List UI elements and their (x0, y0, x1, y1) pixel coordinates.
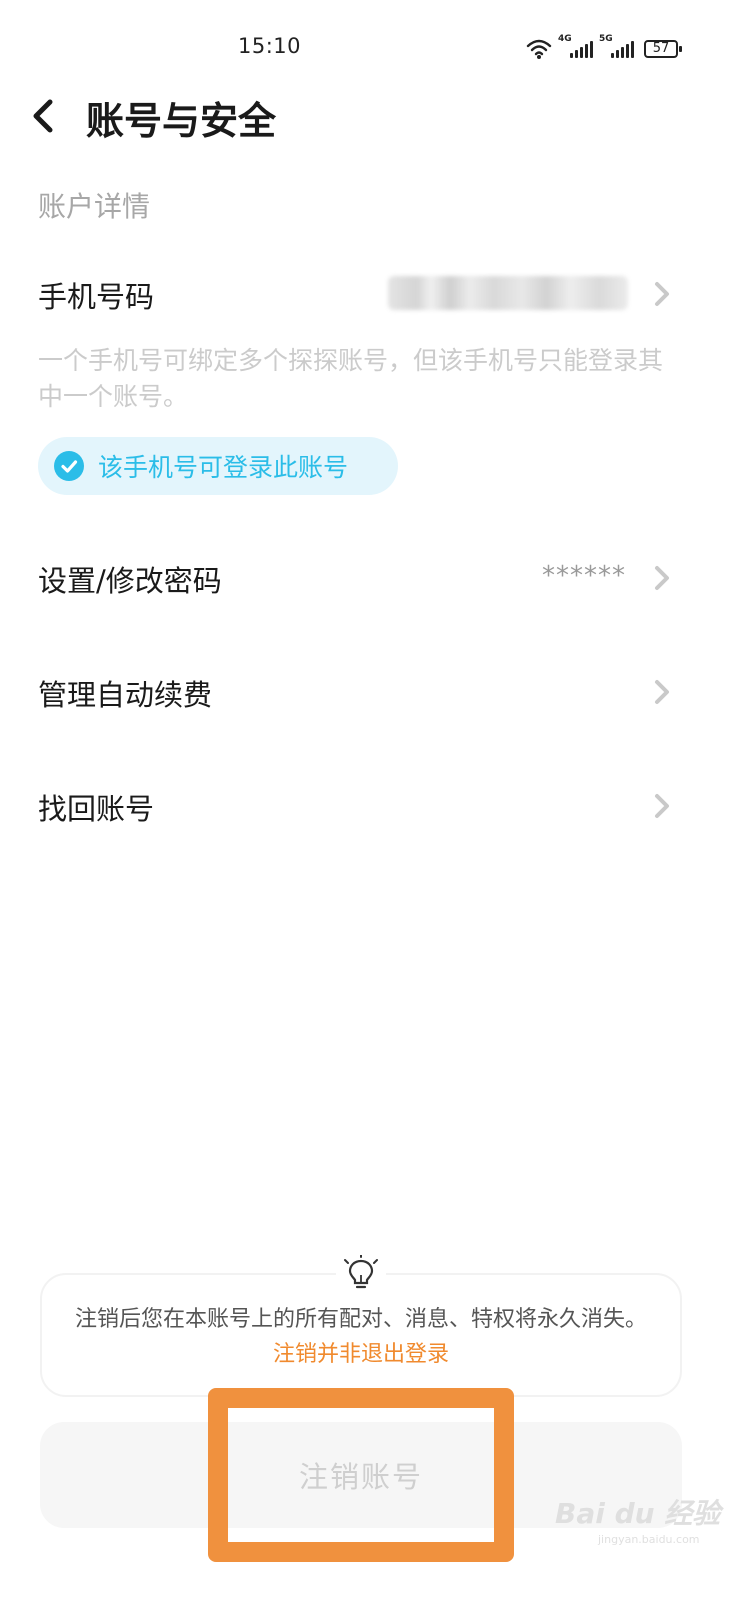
page-title: 账号与安全 (86, 99, 277, 143)
watermark: Bai du 经验 (555, 1497, 721, 1530)
notice-link[interactable]: 注销并非退出登录 (273, 1342, 449, 1367)
status-icons: 4G 5G 57 (526, 34, 682, 62)
chevron-right-icon (655, 282, 669, 306)
auto-renew-label: 管理自动续费 (38, 678, 213, 712)
badge-text: 该手机号可登录此账号 (98, 453, 349, 482)
check-circle-icon (54, 451, 84, 481)
chevron-right-icon (655, 566, 669, 590)
phone-hint-text: 一个手机号可绑定多个探探账号，但该手机号只能登录其中一个账号。 (38, 346, 664, 411)
lightbulb-icon (336, 1254, 386, 1291)
watermark-url: jingyan.baidu.com (598, 1533, 700, 1546)
password-mask: ****** (542, 561, 626, 591)
wifi-icon (526, 39, 552, 59)
chevron-left-icon (33, 99, 53, 133)
signal-5g-icon: 5G (599, 34, 634, 58)
back-button[interactable] (26, 96, 66, 136)
phone-login-badge: 该手机号可登录此账号 (38, 437, 398, 495)
cancel-notice-text: 注销后您在本账号上的所有配对、消息、特权将永久消失。注销并非退出登录 (70, 1302, 652, 1372)
chevron-right-icon (655, 794, 669, 818)
phone-number-label: 手机号码 (38, 280, 155, 314)
phone-number-value-blurred (388, 276, 628, 310)
recover-account-label: 找回账号 (38, 792, 155, 826)
highlight-box (208, 1388, 514, 1562)
notice-text: 注销后您在本账号上的所有配对、消息、特权将永久消失。 (74, 1307, 647, 1332)
password-label: 设置/修改密码 (38, 564, 222, 598)
status-time: 15:10 (238, 34, 302, 58)
section-label: 账户详情 (38, 190, 151, 223)
chevron-right-icon (655, 680, 669, 704)
battery-icon: 57 (644, 40, 682, 58)
signal-4g-icon: 4G (558, 34, 593, 58)
